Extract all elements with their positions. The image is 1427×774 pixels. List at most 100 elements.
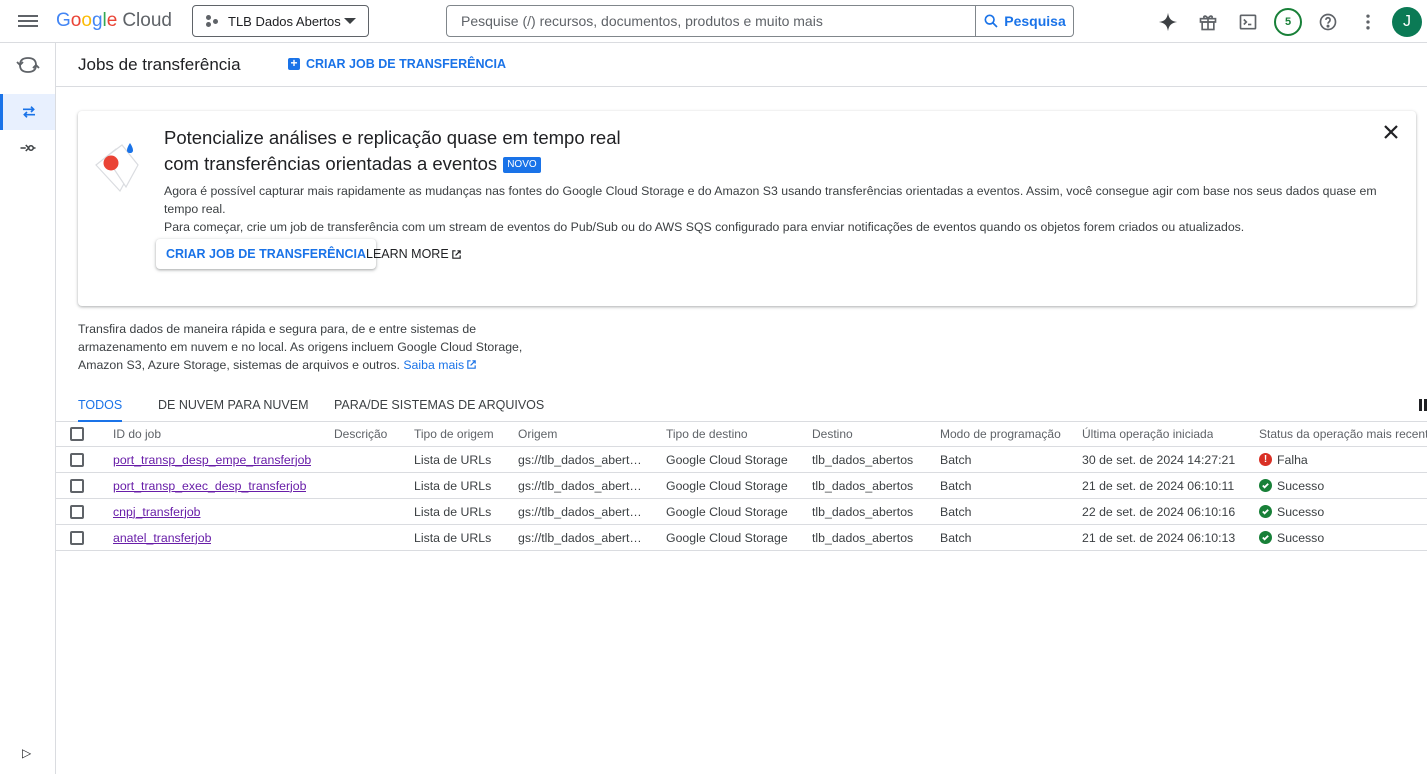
row-checkbox[interactable] [70,452,84,467]
job-id-link[interactable]: cnpj_transferjob [113,505,201,519]
row-checkbox[interactable] [70,504,84,519]
new-badge: NOVO [503,157,541,173]
source: gs://tlb_dados_abert… [518,478,642,493]
top-bar: GoogleCloud TLB Dados Abertos Pesquisa 5 [0,0,1427,43]
last-operation: 22 de set. de 2024 06:10:16 [1082,504,1236,519]
agent-pool-icon [20,144,35,152]
learn-more-link[interactable]: LEARN MORE [366,247,462,261]
event-driven-banner: Potencialize análises e replicação quase… [78,111,1416,306]
source-type: Lista de URLs [414,504,492,519]
column-header[interactable]: Destino [812,422,853,446]
destination: tlb_dados_abertos [812,452,914,467]
source: gs://tlb_dados_abert… [518,530,642,545]
check-circle-icon [1259,505,1272,518]
table-row[interactable]: anatel_transferjob Lista de URLs gs://tlb_… [56,525,1427,551]
caret-down-icon [344,18,356,24]
banner-title: Potencialize análises e replicação quase… [164,127,621,174]
more-vert-icon[interactable] [1348,2,1388,42]
banner-create-job-button[interactable]: CRIAR JOB DE TRANSFERÊNCIA [156,239,377,269]
schedule-mode: Batch [940,478,972,493]
left-nav: ▷ [0,43,56,774]
cloud-shell-icon[interactable] [1228,2,1268,42]
search-bar: Pesquisa [446,5,1074,37]
destination: tlb_dados_abertos [812,478,914,493]
column-display-icon[interactable] [1419,399,1427,414]
sidebar-item-transfer-jobs[interactable] [0,94,55,130]
source: gs://tlb_dados_abert… [518,452,642,467]
status-badge: Sucesso [1259,499,1324,524]
row-checkbox[interactable] [70,530,84,545]
main-menu-icon[interactable] [18,12,38,30]
notifications-badge[interactable]: 5 [1268,2,1308,42]
gift-icon[interactable] [1188,2,1228,42]
sidebar-item-agent-pools[interactable] [0,130,55,166]
source-type: Lista de URLs [414,530,492,545]
transfer-jobs-table: ID do job Descrição Tipo de origem Orige… [56,422,1427,551]
column-header[interactable]: Tipo de destino [666,422,748,446]
check-circle-icon [1259,531,1272,544]
table-row[interactable]: port_transp_exec_desp_transferjob Lista d… [56,473,1427,499]
table-row[interactable]: cnpj_transferjob Lista de URLs gs://tlb_da… [56,499,1427,525]
project-picker[interactable]: TLB Dados Abertos [192,5,369,37]
banner-description: Agora é possível capturar mais rapidamen… [164,184,1377,234]
search-input[interactable] [447,6,975,36]
table-row[interactable]: port_transp_desp_empe_transferjob Lista d… [56,447,1427,473]
destination: tlb_dados_abertos [812,504,914,519]
status-badge: Sucesso [1259,525,1324,550]
job-id-link[interactable]: port_transp_desp_empe_transferjob [113,453,311,467]
destination-type: Google Cloud Storage [666,452,788,467]
job-id-link[interactable]: anatel_transferjob [113,531,211,545]
destination-type: Google Cloud Storage [666,504,788,519]
source: gs://tlb_dados_abert… [518,504,642,519]
add-box-icon: + [288,57,300,70]
column-header[interactable]: ID do job [113,422,161,446]
google-cloud-logo[interactable]: Google Cloud [56,10,172,32]
learn-more-inline-link[interactable]: Saiba mais [403,358,477,372]
schedule-mode: Batch [940,530,972,545]
top-icons: 5 J [1148,0,1427,43]
column-header[interactable]: Modo de programação [940,422,1061,446]
tab-cloud-to-cloud[interactable]: DE NUVEM PARA NUVEM [158,398,309,422]
search-button[interactable]: Pesquisa [975,6,1073,36]
column-header[interactable]: Status da operação mais recente [1259,422,1427,446]
last-operation: 21 de set. de 2024 06:10:13 [1082,530,1236,545]
source-type: Lista de URLs [414,452,492,467]
check-circle-icon [1259,479,1272,492]
close-icon[interactable] [1384,125,1398,142]
last-operation: 30 de set. de 2024 14:27:21 [1082,452,1236,467]
tab-todos[interactable]: TODOS [78,398,123,422]
page-title: Jobs de transferência [78,55,241,74]
status-badge: ! Falha [1259,447,1308,472]
job-id-link[interactable]: port_transp_exec_desp_transferjob [113,479,306,493]
status-badge: Sucesso [1259,473,1324,498]
schedule-mode: Batch [940,504,972,519]
column-header[interactable]: Tipo de origem [414,422,494,446]
table-header-row: ID do job Descrição Tipo de origem Orige… [56,422,1427,447]
destination: tlb_dados_abertos [812,530,914,545]
tabs: TODOS DE NUVEM PARA NUVEM PARA/DE SISTEM… [56,390,1427,422]
column-header[interactable]: Descrição [334,422,387,446]
schedule-mode: Batch [940,452,972,467]
transfer-service-icon[interactable] [0,47,55,83]
avatar[interactable]: J [1392,6,1422,37]
last-operation: 21 de set. de 2024 06:10:11 [1082,478,1235,493]
swap-arrows-icon [23,106,35,118]
external-link-icon [451,249,461,259]
tab-file-systems[interactable]: PARA/DE SISTEMAS DE ARQUIVOS [334,398,544,422]
intro-text: Transfira dados de maneira rápida e segu… [78,322,523,372]
destination-type: Google Cloud Storage [666,530,788,545]
gemini-sparkle-icon[interactable] [1148,2,1188,42]
help-icon[interactable] [1308,2,1348,42]
page-header: Jobs de transferência + CRIAR JOB DE TRA… [56,43,1427,87]
select-all-checkbox[interactable] [70,427,84,441]
row-checkbox[interactable] [70,478,84,493]
expand-nav-icon[interactable]: ▷ [22,746,31,760]
search-icon [984,14,998,28]
external-link-icon [467,360,476,369]
create-transfer-job-link[interactable]: + CRIAR JOB DE TRANSFERÊNCIA [288,57,506,71]
source-type: Lista de URLs [414,478,492,493]
error-icon: ! [1259,453,1272,466]
column-header[interactable]: Origem [518,422,557,446]
destination-type: Google Cloud Storage [666,478,788,493]
column-header[interactable]: Última operação iniciada [1082,422,1213,446]
